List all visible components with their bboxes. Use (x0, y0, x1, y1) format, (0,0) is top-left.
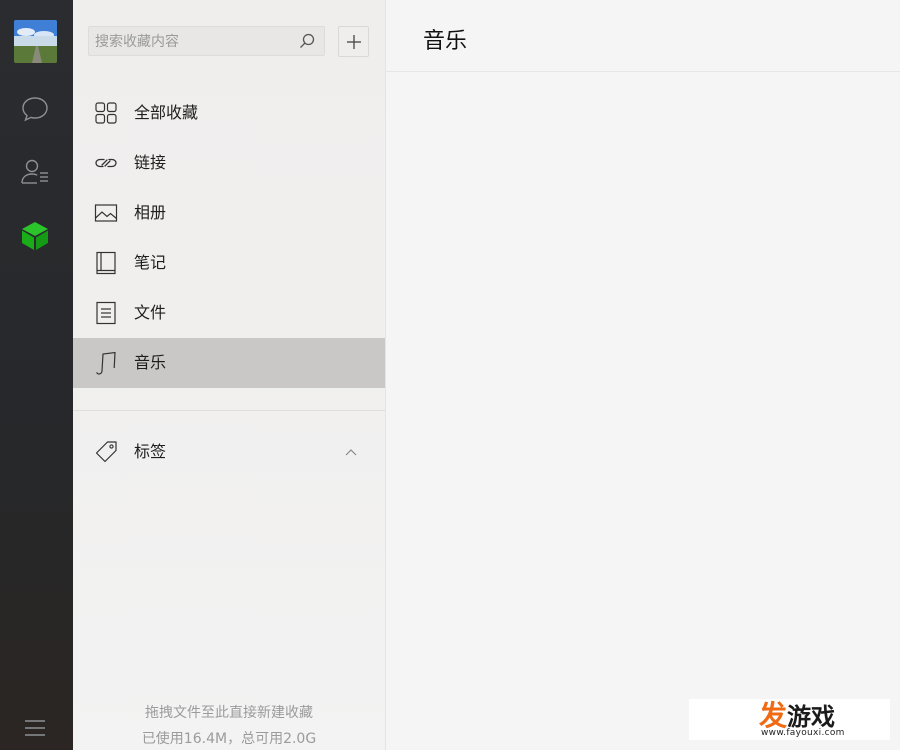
page-title: 音乐 (423, 29, 468, 54)
storage-usage-text: 已使用16.4M，总可用2.0G (141, 731, 317, 747)
chat-icon[interactable] (17, 91, 53, 127)
watermark-rest: 游戏 (787, 703, 836, 731)
add-favorite-button[interactable] (338, 26, 369, 57)
grid-icon (95, 102, 117, 124)
watermark-logo-text: 发游戏 (759, 702, 836, 731)
menu-item-links[interactable]: 链接 (73, 138, 385, 188)
menu-item-label: 文件 (134, 303, 167, 322)
hamburger-menu-icon[interactable] (17, 710, 53, 746)
menu-item-all-favorites[interactable]: 全部收藏 (73, 88, 385, 138)
file-icon (96, 301, 116, 325)
plus-icon (346, 34, 361, 49)
search-input[interactable] (93, 27, 297, 57)
content-area: 音乐 (386, 0, 900, 750)
tag-icon (95, 441, 117, 463)
tags-section-header[interactable]: 标签 (73, 428, 385, 476)
watermark-url: www.fayouxi.com (761, 728, 845, 738)
menu-item-label: 全部收藏 (134, 103, 199, 122)
content-header: 音乐 (386, 0, 900, 72)
menu-item-label: 音乐 (134, 353, 167, 372)
menu-item-album[interactable]: 相册 (73, 188, 385, 238)
contacts-icon[interactable] (17, 154, 53, 190)
search-box (88, 26, 325, 57)
chevron-up-icon[interactable] (343, 444, 359, 460)
favorites-category-menu: 全部收藏 链接 相册 笔记 文件 音乐 (73, 88, 385, 388)
avatar[interactable] (14, 20, 57, 63)
left-nav-rail (0, 0, 73, 750)
avatar-image (14, 20, 57, 63)
tags-label: 标签 (134, 442, 167, 461)
link-icon (95, 158, 117, 168)
watermark-logo-icon (689, 699, 749, 740)
site-watermark: 发游戏 www.fayouxi.com (689, 699, 890, 740)
search-icon[interactable] (298, 32, 316, 50)
favorites-cube-icon[interactable] (17, 218, 53, 254)
menu-item-label: 链接 (134, 153, 167, 172)
menu-item-files[interactable]: 文件 (73, 288, 385, 338)
section-divider (73, 410, 385, 411)
menu-item-label: 相册 (134, 203, 167, 222)
menu-item-label: 笔记 (134, 253, 167, 272)
favorites-panel: 全部收藏 链接 相册 笔记 (73, 0, 386, 750)
menu-item-notes[interactable]: 笔记 (73, 238, 385, 288)
drop-hint-text: 拖拽文件至此直接新建收藏 (145, 705, 313, 721)
notebook-icon (96, 251, 116, 275)
music-icon (96, 351, 116, 375)
image-icon (94, 204, 118, 222)
menu-item-music[interactable]: 音乐 (73, 338, 385, 388)
